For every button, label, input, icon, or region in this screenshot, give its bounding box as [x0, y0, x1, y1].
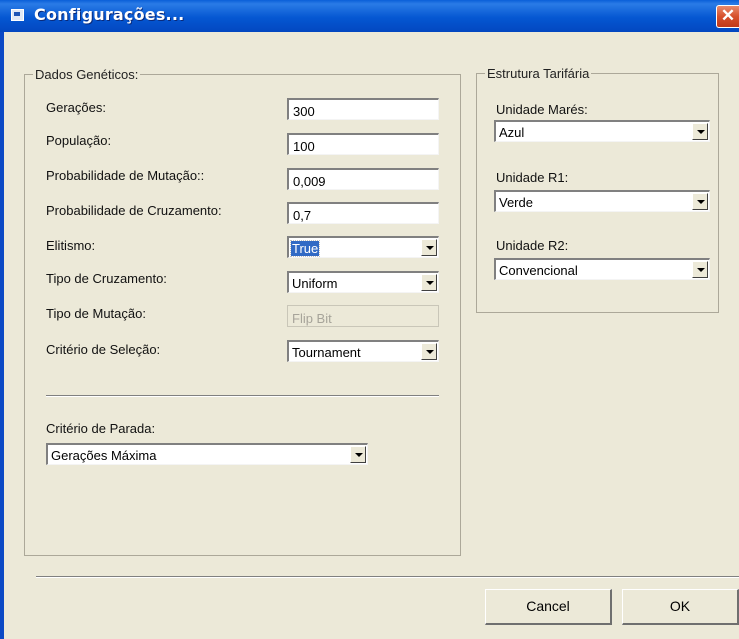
stop-criteria-label: Critério de Parada: — [46, 421, 156, 436]
genetic-data-group-label: Dados Genéticos: — [33, 67, 141, 82]
ok-button[interactable]: OK — [622, 589, 739, 625]
stop-criteria-value: Gerações Máxima — [51, 448, 157, 463]
cancel-button[interactable]: Cancel — [485, 589, 612, 625]
chevron-down-icon[interactable] — [421, 274, 437, 291]
mutation-probability-input[interactable]: 0,009 — [287, 168, 439, 190]
chevron-down-icon[interactable] — [350, 446, 366, 463]
mutation-probability-label: Probabilidade de Mutação:: — [46, 168, 205, 183]
crossover-probability-label: Probabilidade de Cruzamento: — [46, 203, 222, 218]
generations-label: Gerações: — [46, 100, 106, 115]
population-label: População: — [46, 133, 112, 148]
unit-r2-value: Convencional — [499, 263, 578, 278]
bottom-separator — [36, 576, 739, 578]
unit-r2-select[interactable]: Convencional — [494, 258, 710, 280]
unit-r1-select[interactable]: Verde — [494, 190, 710, 212]
window-border — [0, 32, 4, 639]
elitism-select[interactable]: True — [287, 236, 439, 258]
close-button[interactable]: ✕ — [716, 5, 739, 28]
unit-mares-value: Azul — [499, 125, 525, 140]
title-bar[interactable]: Configurações... — [0, 0, 739, 32]
chevron-down-icon[interactable] — [692, 261, 708, 278]
window-title: Configurações... — [34, 5, 185, 24]
elitism-label: Elitismo: — [46, 238, 96, 253]
generations-input[interactable]: 300 — [287, 98, 439, 120]
selection-criteria-value: Tournament — [292, 345, 361, 360]
unit-mares-label: Unidade Marés: — [496, 102, 588, 117]
crossover-probability-input[interactable]: 0,7 — [287, 202, 439, 224]
unit-mares-select[interactable]: Azul — [494, 120, 710, 142]
chevron-down-icon[interactable] — [692, 193, 708, 210]
population-input[interactable]: 100 — [287, 133, 439, 155]
close-icon: ✕ — [720, 6, 736, 25]
dialog-icon — [11, 9, 24, 21]
selection-criteria-label: Critério de Seleção: — [46, 342, 161, 357]
separator — [46, 395, 439, 397]
chevron-down-icon[interactable] — [421, 239, 437, 256]
crossover-type-select[interactable]: Uniform — [287, 271, 439, 293]
stop-criteria-select[interactable]: Gerações Máxima — [46, 443, 368, 465]
unit-r1-label: Unidade R1: — [496, 170, 569, 185]
unit-r2-label: Unidade R2: — [496, 238, 569, 253]
unit-r1-value: Verde — [499, 195, 533, 210]
chevron-down-icon[interactable] — [692, 123, 708, 140]
crossover-type-label: Tipo de Cruzamento: — [46, 271, 167, 286]
selection-criteria-select[interactable]: Tournament — [287, 340, 439, 362]
elitism-value: True — [289, 240, 321, 257]
crossover-type-value: Uniform — [292, 276, 338, 291]
tariff-structure-group-label: Estrutura Tarifária — [485, 66, 592, 81]
mutation-type-field: Flip Bit — [287, 305, 439, 327]
mutation-type-label: Tipo de Mutação: — [46, 306, 146, 321]
chevron-down-icon[interactable] — [421, 343, 437, 360]
